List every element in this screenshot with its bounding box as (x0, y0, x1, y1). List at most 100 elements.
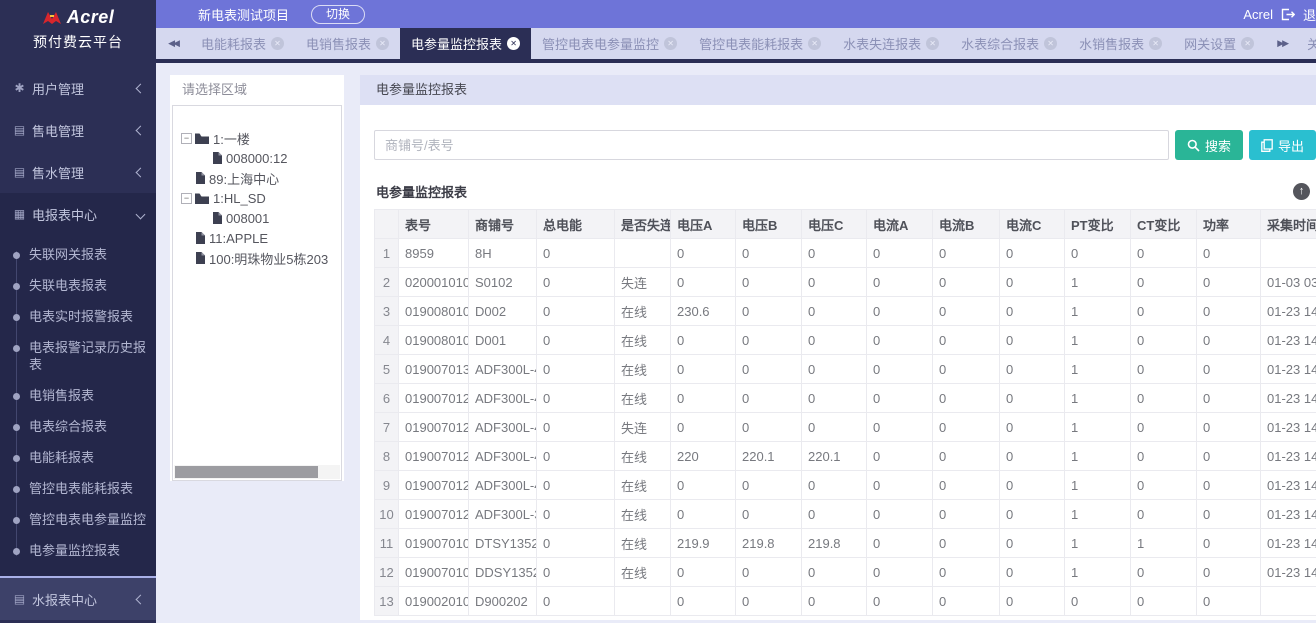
table-cell: 0 (1131, 355, 1197, 384)
tab-close-icon[interactable]: ✕ (271, 37, 284, 50)
table-cell: 0 (1065, 587, 1131, 616)
tab-close-icon[interactable]: ✕ (1241, 37, 1254, 50)
tab-close-icon[interactable]: ✕ (1044, 37, 1057, 50)
app-logo: Acrel 预付费云平台 (0, 0, 156, 67)
table-header-row: 表号商铺号总电能是否失连电压A电压B电压C电流A电流B电流CPT变比CT变比功率… (375, 210, 1316, 239)
tree-horizontal-scrollbar[interactable] (175, 466, 318, 478)
table-cell: 0 (736, 326, 802, 355)
table-cell: 0 (1000, 413, 1065, 442)
table-container: 表号商铺号总电能是否失连电压A电压B电压C电流A电流B电流CPT变比CT变比功率… (374, 209, 1316, 616)
sidebar-subitem-label: 管控电表能耗报表 (29, 481, 133, 496)
sidebar-subitem[interactable]: 电表实时报警报表 (0, 301, 156, 332)
sidebar-item[interactable]: ✱用户管理 (0, 67, 156, 109)
sidebar-subitem[interactable]: 电表综合报表 (0, 411, 156, 442)
tab[interactable]: 电销售报表✕ (295, 28, 400, 59)
table-cell: 0 (1197, 471, 1261, 500)
tab[interactable]: 网关设置✕ (1173, 28, 1265, 59)
table-cell: 019007010 (399, 529, 469, 558)
sidebar-item[interactable]: ▦电报表中心 (0, 193, 156, 235)
sidebar-subitem[interactable]: 电能耗报表 (0, 442, 156, 473)
tab-close-icon[interactable]: ✕ (507, 37, 520, 50)
tab[interactable]: 电能耗报表✕ (190, 28, 295, 59)
shop-meter-search-input[interactable] (374, 130, 1169, 160)
collapse-toggle-icon[interactable]: − (181, 133, 192, 144)
column-header: 电压A (671, 210, 736, 239)
sidebar-item-label: 水报表中心 (32, 590, 137, 609)
table-cell: 0 (867, 471, 933, 500)
table-cell: 0 (867, 442, 933, 471)
table-cell: 019007012 (399, 442, 469, 471)
sidebar-item[interactable]: ▤售电管理 (0, 109, 156, 151)
table-cell: 0 (736, 384, 802, 413)
table-cell: 0 (736, 587, 802, 616)
tab-close-icon[interactable]: ✕ (926, 37, 939, 50)
sidebar-subitem[interactable]: 电表报警记录历史报表 (0, 332, 156, 380)
collapse-toggle-icon[interactable]: − (181, 193, 192, 204)
tab[interactable]: 电参量监控报表✕ (400, 28, 531, 59)
column-header: 电流B (933, 210, 1000, 239)
column-header: 功率 (1197, 210, 1261, 239)
collapse-up-icon[interactable]: ↑ (1293, 183, 1310, 200)
tabs-scroll-right-icon[interactable]: ▶▶ (1265, 28, 1299, 59)
table-cell: D002 (469, 297, 537, 326)
tree-node[interactable]: 008000:12 (181, 148, 339, 168)
bullet-icon (13, 283, 20, 290)
search-icon (1187, 139, 1200, 152)
card-icon: ▤ (12, 165, 27, 179)
close-tabs-menu[interactable]: 关闭 (1299, 28, 1316, 59)
table-cell: 0 (802, 355, 867, 384)
tree-node[interactable]: 008001 (181, 208, 339, 228)
table-cell: 0 (867, 587, 933, 616)
table-cell: 019007012 (399, 500, 469, 529)
chevron-down-icon (136, 209, 146, 219)
table-cell: 0 (933, 326, 1000, 355)
tree-node[interactable]: −1:HL_SD (181, 188, 339, 208)
tab[interactable]: 水销售报表✕ (1068, 28, 1173, 59)
table-cell: 0 (1000, 500, 1065, 529)
sidebar-item[interactable]: ▤售水管理 (0, 151, 156, 193)
tab[interactable]: 水表综合报表✕ (950, 28, 1068, 59)
table-cell: 019007012 (399, 384, 469, 413)
tab-close-icon[interactable]: ✕ (808, 37, 821, 50)
sidebar-subitem[interactable]: 管控电表能耗报表 (0, 473, 156, 504)
sidebar-item[interactable]: ▤水报表中心 (0, 578, 156, 620)
tab-close-icon[interactable]: ✕ (1149, 37, 1162, 50)
table-cell: 0 (537, 558, 615, 587)
tabs-scroll-left-icon[interactable]: ◀◀ (156, 28, 190, 59)
table-cell: 0 (1197, 500, 1261, 529)
tab[interactable]: 管控电表能耗报表✕ (688, 28, 832, 59)
tab-close-icon[interactable]: ✕ (376, 37, 389, 50)
sidebar-subitem[interactable]: 失联电表报表 (0, 270, 156, 301)
tree-node[interactable]: −1:一楼 (181, 128, 339, 148)
switch-project-button[interactable]: 切换 (311, 5, 365, 24)
row-index-cell: 2 (375, 268, 399, 297)
table-cell: 0 (537, 239, 615, 268)
tab-close-icon[interactable]: ✕ (664, 37, 677, 50)
file-icon (212, 212, 222, 224)
logout-icon[interactable] (1281, 8, 1295, 21)
tree-node[interactable]: 11:APPLE (181, 228, 339, 248)
table-cell: 0 (933, 442, 1000, 471)
tree-node[interactable]: 89:上海中心 (181, 168, 339, 188)
sidebar-subitem[interactable]: 失联网关报表 (0, 239, 156, 270)
logout-label[interactable]: 退 (1303, 5, 1316, 24)
table-cell: 0 (537, 384, 615, 413)
bullet-icon (13, 252, 20, 259)
sidebar-subitem[interactable]: 电销售报表 (0, 380, 156, 411)
folder-icon (195, 133, 209, 144)
export-button[interactable]: 导出 (1249, 130, 1316, 160)
table-cell: 0 (1197, 384, 1261, 413)
tab[interactable]: 管控电表电参量监控✕ (531, 28, 688, 59)
search-button[interactable]: 搜索 (1175, 130, 1243, 160)
table-cell: 0 (736, 268, 802, 297)
table-cell: 0 (933, 558, 1000, 587)
tab[interactable]: 水表失连报表✕ (832, 28, 950, 59)
table-cell: 在线 (615, 326, 671, 355)
table-cell: 1 (1065, 558, 1131, 587)
sidebar-subitem[interactable]: 管控电表电参量监控 (0, 504, 156, 535)
area-tree-panel: 请选择区域 −1:一楼008000:1289:上海中心−1:HL_SD00800… (170, 75, 344, 481)
sidebar-subitem[interactable]: 电参量监控报表 (0, 535, 156, 566)
table-cell: ADF300L-4 (469, 355, 537, 384)
table-cell: 在线 (615, 529, 671, 558)
tree-node[interactable]: 100:明珠物业5栋203 (181, 248, 339, 268)
